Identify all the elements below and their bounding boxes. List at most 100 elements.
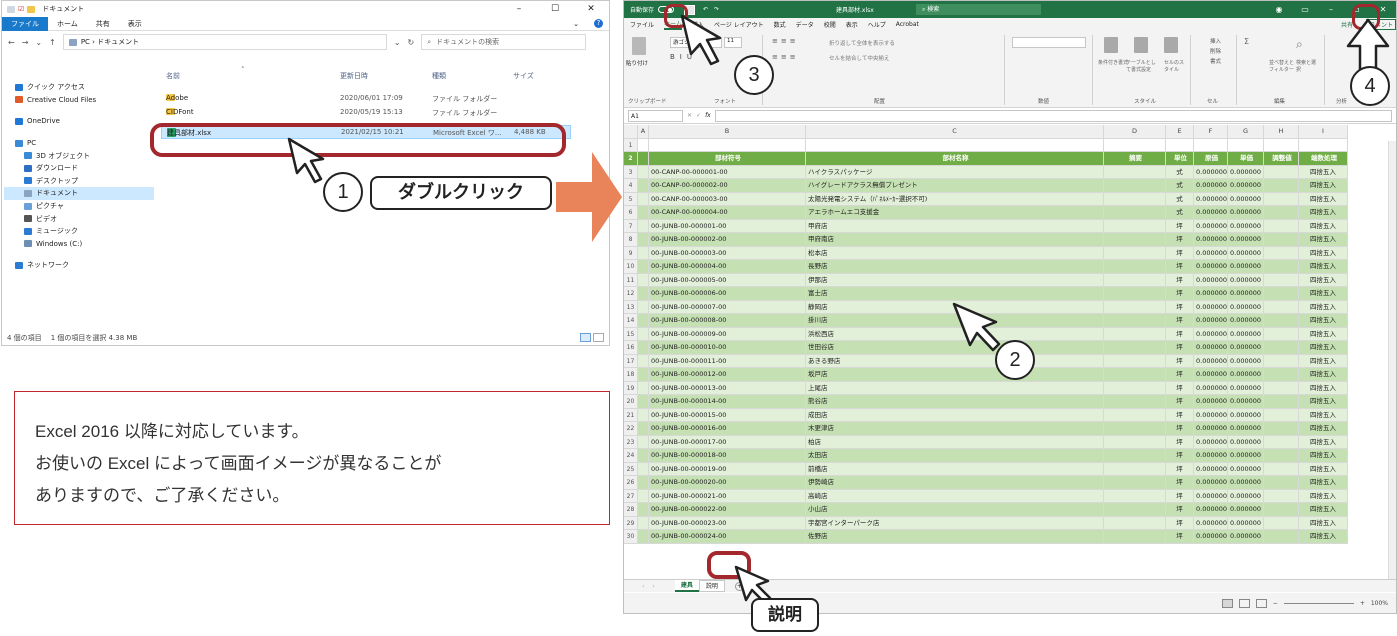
paste-icon[interactable]: [632, 37, 646, 55]
rounding-cell[interactable]: 四捨五入: [1299, 300, 1348, 314]
part-code-cell[interactable]: 00-JUNB-00-000022-00: [649, 503, 806, 517]
cell[interactable]: [638, 165, 649, 179]
price-cell[interactable]: 0.000000: [1228, 233, 1264, 247]
part-code-cell[interactable]: 00-JUNB-00-000024-00: [649, 530, 806, 544]
price-cell[interactable]: 0.000000: [1228, 273, 1264, 287]
price-cell[interactable]: 0.000000: [1228, 516, 1264, 530]
rounding-cell[interactable]: 四捨五入: [1299, 368, 1348, 382]
part-name-cell[interactable]: 小山店: [806, 503, 1104, 517]
remarks-cell[interactable]: [1104, 300, 1166, 314]
price-cell[interactable]: 0.000000: [1228, 327, 1264, 341]
enter-icon[interactable]: ✓: [696, 112, 701, 119]
rounding-cell[interactable]: 四捨五入: [1299, 179, 1348, 193]
ribbon-tab[interactable]: 校閲: [824, 20, 836, 29]
unit-cell[interactable]: 式: [1166, 192, 1194, 206]
cell-style-icon[interactable]: [1164, 37, 1178, 53]
adjust-cell[interactable]: [1264, 530, 1299, 544]
cell[interactable]: [638, 381, 649, 395]
remarks-cell[interactable]: [1104, 395, 1166, 409]
part-code-cell[interactable]: 00-JUNB-00-000017-00: [649, 435, 806, 449]
unit-cell[interactable]: 坪: [1166, 219, 1194, 233]
remarks-cell[interactable]: [1104, 165, 1166, 179]
remarks-cell[interactable]: [1104, 341, 1166, 355]
column-header[interactable]: F: [1194, 125, 1228, 139]
price-cell[interactable]: 0.000000: [1228, 449, 1264, 463]
cell[interactable]: [638, 449, 649, 463]
unit-cell[interactable]: 坪: [1166, 327, 1194, 341]
forward-icon[interactable]: →: [22, 38, 29, 47]
adjust-cell[interactable]: [1264, 287, 1299, 301]
header-cell[interactable]: 単位: [1166, 152, 1194, 166]
price-cell[interactable]: 0.000000: [1228, 489, 1264, 503]
column-size[interactable]: サイズ: [513, 71, 534, 81]
part-code-cell[interactable]: 00-JUNB-00-000016-00: [649, 422, 806, 436]
cost-cell[interactable]: 0.000000: [1194, 435, 1228, 449]
cost-cell[interactable]: 0.000000: [1194, 206, 1228, 220]
account-icon[interactable]: ◉: [1266, 5, 1292, 14]
part-code-cell[interactable]: 00-JUNB-00-000008-00: [649, 314, 806, 328]
unit-cell[interactable]: 坪: [1166, 354, 1194, 368]
nav-item[interactable]: ピクチャ: [4, 200, 154, 213]
cell[interactable]: [638, 179, 649, 193]
price-cell[interactable]: 0.000000: [1228, 219, 1264, 233]
zoom-out-icon[interactable]: −: [1273, 600, 1278, 607]
part-name-cell[interactable]: 太田店: [806, 449, 1104, 463]
adjust-cell[interactable]: [1264, 422, 1299, 436]
part-code-cell[interactable]: 00-JUNB-00-000021-00: [649, 489, 806, 503]
price-cell[interactable]: 0.000000: [1228, 246, 1264, 260]
header-cell[interactable]: 原価: [1194, 152, 1228, 166]
unit-cell[interactable]: 坪: [1166, 489, 1194, 503]
cost-cell[interactable]: 0.000000: [1194, 503, 1228, 517]
back-icon[interactable]: ←: [8, 38, 15, 47]
unit-cell[interactable]: 坪: [1166, 422, 1194, 436]
adjust-cell[interactable]: [1264, 489, 1299, 503]
price-cell[interactable]: 0.000000: [1228, 341, 1264, 355]
cell[interactable]: [638, 354, 649, 368]
adjust-cell[interactable]: [1264, 368, 1299, 382]
adjust-cell[interactable]: [1264, 246, 1299, 260]
rounding-cell[interactable]: 四捨五入: [1299, 219, 1348, 233]
cell[interactable]: [638, 503, 649, 517]
price-cell[interactable]: 0.000000: [1228, 165, 1264, 179]
part-name-cell[interactable]: 太陽光発電システム（ﾊﾟﾈﾙﾒｰｶｰ選択不可): [806, 192, 1104, 206]
cost-cell[interactable]: 0.000000: [1194, 327, 1228, 341]
file-row[interactable]: Adobe 2020/06/01 17:09 ファイル フォルダー: [161, 92, 571, 106]
part-name-cell[interactable]: 成田店: [806, 408, 1104, 422]
refresh-icon[interactable]: ↻: [408, 38, 415, 47]
part-code-cell[interactable]: 00-JUNB-00-000013-00: [649, 381, 806, 395]
cell[interactable]: [638, 138, 649, 152]
unit-cell[interactable]: 式: [1166, 206, 1194, 220]
price-cell[interactable]: 0.000000: [1228, 503, 1264, 517]
nav-item[interactable]: Creative Cloud Files: [4, 94, 154, 107]
part-code-cell[interactable]: 00-JUNB-00-000007-00: [649, 300, 806, 314]
remarks-cell[interactable]: [1104, 327, 1166, 341]
cost-cell[interactable]: 0.000000: [1194, 476, 1228, 490]
remarks-cell[interactable]: [1104, 260, 1166, 274]
remarks-cell[interactable]: [1104, 530, 1166, 544]
column-header[interactable]: E: [1166, 125, 1194, 139]
unit-cell[interactable]: 坪: [1166, 287, 1194, 301]
cell[interactable]: [638, 408, 649, 422]
part-name-cell[interactable]: ハイグレードアクラス無償プレゼント: [806, 179, 1104, 193]
find-select-button[interactable]: 検索と選択: [1296, 59, 1318, 73]
chevron-down-icon[interactable]: ⌄: [394, 38, 401, 47]
cell[interactable]: [638, 462, 649, 476]
part-code-cell[interactable]: 00-CANP-00-000001-00: [649, 165, 806, 179]
minimize-button[interactable]: –: [501, 4, 537, 14]
adjust-cell[interactable]: [1264, 192, 1299, 206]
remarks-cell[interactable]: [1104, 489, 1166, 503]
page-break-icon[interactable]: [1255, 598, 1267, 608]
price-cell[interactable]: 0.000000: [1228, 368, 1264, 382]
cost-cell[interactable]: 0.000000: [1194, 354, 1228, 368]
price-cell[interactable]: 0.000000: [1228, 260, 1264, 274]
remarks-cell[interactable]: [1104, 476, 1166, 490]
search-input[interactable]: ⌕ ドキュメントの検索: [421, 34, 587, 50]
rounding-cell[interactable]: 四捨五入: [1299, 192, 1348, 206]
tiles-view-icon[interactable]: [593, 333, 604, 342]
tab-view[interactable]: 表示: [119, 17, 151, 31]
nav-item[interactable]: PC: [4, 137, 154, 150]
part-code-cell[interactable]: 00-JUNB-00-000009-00: [649, 327, 806, 341]
price-cell[interactable]: 0.000000: [1228, 354, 1264, 368]
rounding-cell[interactable]: 四捨五入: [1299, 530, 1348, 544]
remarks-cell[interactable]: [1104, 368, 1166, 382]
